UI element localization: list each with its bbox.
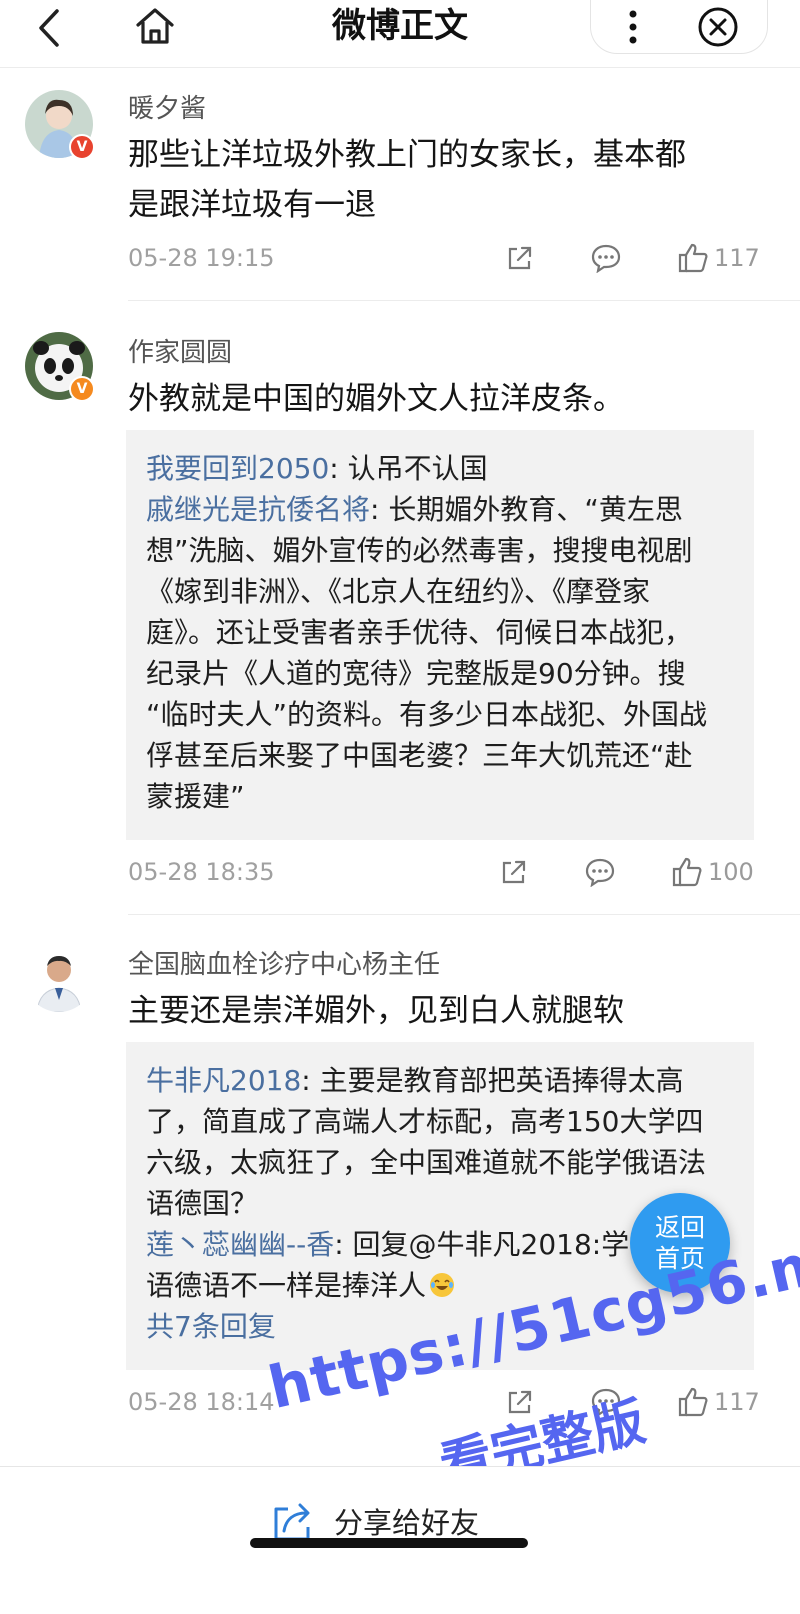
- reply-preview-box[interactable]: 我要回到2050: 认吊不认国 戚继光是抗倭名将: 长期媚外教育、“黄左思 想”…: [126, 430, 754, 840]
- comment-meta: 05-28 18:35 100: [128, 852, 758, 892]
- comment-text: 外教就是中国的媚外文人拉洋皮条。: [128, 381, 624, 417]
- laughing-emoji-icon: [428, 1269, 456, 1297]
- thumbs-up-icon: [678, 1387, 708, 1417]
- like-button[interactable]: 117: [676, 1382, 760, 1422]
- comment-username[interactable]: 暖夕酱: [128, 92, 206, 126]
- like-count: 117: [714, 1388, 760, 1416]
- comment-username[interactable]: 全国脑血栓诊疗中心杨主任: [128, 948, 440, 982]
- reply-line: 我要回到2050: 认吊不认国: [146, 452, 488, 485]
- comment-time: 05-28 19:15: [128, 244, 275, 272]
- comment-bubble-icon: [591, 244, 621, 273]
- close-button[interactable]: [695, 4, 741, 50]
- comment-time: 05-28 18:35: [128, 858, 275, 886]
- verified-badge-icon: V: [69, 376, 95, 402]
- reply-line: 戚继光是抗倭名将: 长期媚外教育、“黄左思: [146, 493, 683, 526]
- more-replies-link[interactable]: 共7条回复: [146, 1306, 734, 1347]
- comment-bubble-icon: [585, 858, 615, 887]
- share-button[interactable]: [502, 1384, 538, 1420]
- share-icon: [508, 1390, 532, 1414]
- reply-username[interactable]: 莲丶蕊幽幽--香: [146, 1228, 334, 1261]
- share-label: 分享给好友: [334, 1506, 480, 1540]
- back-to-home-button[interactable]: 返回 首页: [630, 1193, 730, 1293]
- divider: [128, 914, 800, 915]
- like-button[interactable]: 100: [670, 852, 754, 892]
- more-vertical-icon: [629, 10, 637, 44]
- like-count: 117: [714, 244, 760, 272]
- like-button[interactable]: 117: [676, 238, 760, 278]
- reply-button[interactable]: [588, 240, 624, 276]
- avatar[interactable]: V: [25, 90, 95, 160]
- like-count: 100: [708, 858, 754, 886]
- comment-text: 那些让洋垃圾外教上门的女家长，基本都 是跟洋垃圾有一退: [128, 137, 686, 223]
- more-button[interactable]: [613, 4, 653, 50]
- avatar[interactable]: [25, 944, 93, 1012]
- verified-badge-icon: V: [69, 134, 95, 160]
- mini-program-capsule: [590, 0, 768, 54]
- share-icon: [274, 1503, 310, 1541]
- reply-username[interactable]: 戚继光是抗倭名将: [146, 493, 370, 526]
- comment-time: 05-28 18:14: [128, 1388, 275, 1416]
- comment-meta: 05-28 18:14 117: [128, 1382, 760, 1422]
- home-button[interactable]: [130, 3, 180, 49]
- reply-username[interactable]: 牛非凡2018: [146, 1064, 301, 1097]
- reply-username[interactable]: 我要回到2050: [146, 452, 329, 485]
- comment-bubble-icon: [591, 1388, 621, 1417]
- share-button[interactable]: [502, 240, 538, 276]
- close-circle-icon: [698, 7, 738, 47]
- share-button[interactable]: [496, 854, 532, 890]
- back-button[interactable]: [30, 6, 70, 50]
- reply-button[interactable]: [588, 1384, 624, 1420]
- home-icon: [136, 8, 174, 44]
- thumbs-up-icon: [678, 243, 708, 273]
- top-nav-bar: 微博正文: [0, 0, 800, 68]
- reply-button[interactable]: [582, 854, 618, 890]
- comment-username[interactable]: 作家圆圆: [128, 336, 232, 370]
- share-icon: [502, 860, 526, 884]
- chevron-left-icon: [39, 9, 59, 47]
- reply-line: 牛非凡2018: 主要是教育部把英语捧得太高: [146, 1064, 684, 1097]
- home-indicator: [250, 1538, 528, 1548]
- share-icon: [508, 246, 532, 270]
- comment-text: 主要还是崇洋媚外，见到白人就腿软: [128, 993, 624, 1029]
- comment-meta: 05-28 19:15 117: [128, 238, 760, 278]
- avatar[interactable]: V: [25, 332, 95, 402]
- thumbs-up-icon: [672, 857, 702, 887]
- divider: [128, 300, 800, 301]
